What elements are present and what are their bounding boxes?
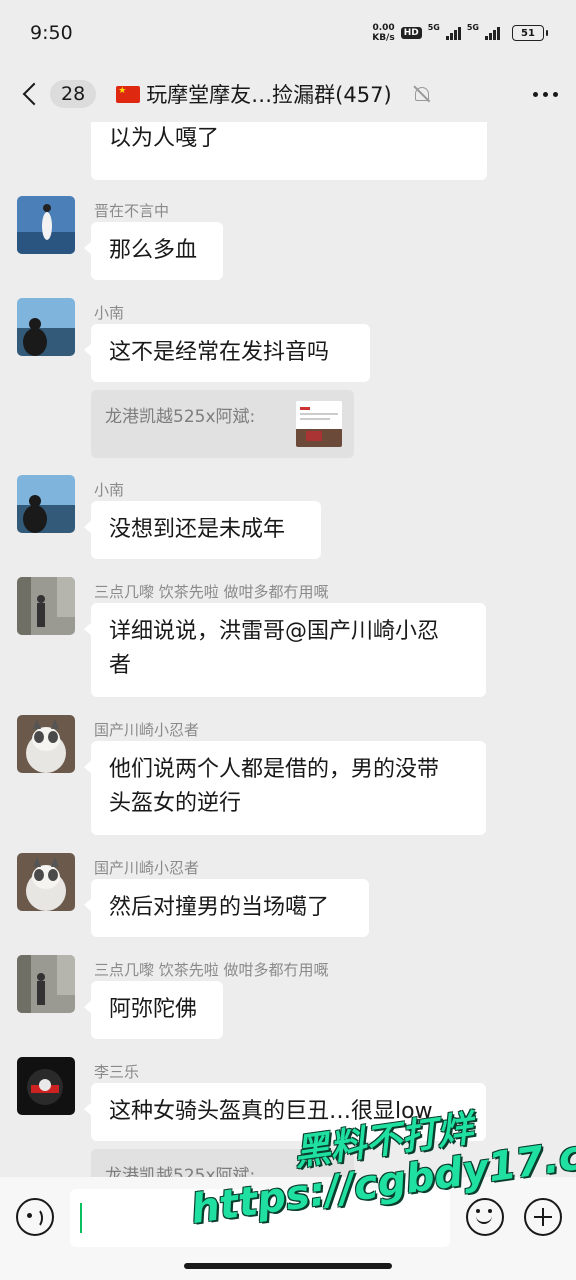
signal-1-icon	[445, 26, 461, 40]
back-chevron-icon	[22, 82, 46, 106]
message-text: 那么多血	[109, 238, 198, 263]
sender-name: 晋在不言中	[94, 202, 170, 220]
avatar[interactable]	[17, 853, 75, 911]
voice-input-icon[interactable]	[16, 1198, 54, 1236]
status-bar: 9:50 0.00 KB/s HD 5G 5G 51	[0, 0, 576, 66]
message-bubble[interactable]: 然后对撞男的当场噶了	[84, 879, 369, 937]
message-bubble[interactable]: 那么多血	[84, 222, 223, 280]
message-text-line-1: 他们说两个人都是借的，男的没带	[109, 757, 440, 782]
avatar[interactable]	[17, 196, 75, 254]
status-icons: 0.00 KB/s HD 5G 5G 51	[372, 23, 548, 43]
battery-level: 51	[521, 27, 535, 39]
hd-icon: HD	[400, 27, 422, 39]
avatar[interactable]	[17, 715, 75, 773]
message-text-line-2: 头盔女的逆行	[109, 791, 242, 816]
home-indicator[interactable]	[184, 1263, 392, 1269]
china-flag-icon	[116, 85, 141, 103]
plus-icon[interactable]	[524, 1198, 562, 1236]
avatar[interactable]	[17, 475, 75, 533]
quoted-image-thumbnail	[296, 401, 342, 447]
avatar[interactable]	[17, 298, 75, 356]
message-text: 然后对撞男的当场噶了	[109, 895, 330, 920]
sender-name: 三点几嚟 饮茶先啦 做咁多都冇用嘅	[94, 961, 329, 979]
avatar[interactable]	[17, 577, 75, 635]
quoted-text: 龙港凯越525x阿斌:	[105, 407, 256, 427]
net-speed: 0.00 KB/s	[372, 23, 394, 43]
input-bar	[0, 1177, 576, 1280]
message-text: 没想到还是未成年	[109, 517, 286, 542]
message-bubble[interactable]: 这种女骑头盔真的巨丑…很显low	[84, 1083, 486, 1141]
sender-name: 国产川崎小忍者	[94, 721, 200, 739]
chat-header: 28 玩摩堂摩友…捡漏群(457)	[0, 66, 576, 122]
message-bubble[interactable]: 阿弥陀佛	[84, 981, 223, 1039]
avatar[interactable]	[17, 955, 75, 1013]
message-text: 阿弥陀佛	[109, 997, 198, 1022]
quoted-message[interactable]: 龙港凯越525x阿斌:	[91, 1149, 354, 1177]
message-text: 这种女骑头盔真的巨丑…很显low	[109, 1099, 433, 1124]
sender-name: 小南	[94, 481, 125, 499]
message-text-line-2: 者	[109, 653, 132, 678]
sender-name: 三点几嚟 饮茶先啦 做咁多都冇用嘅	[94, 583, 329, 601]
avatar[interactable]	[17, 1057, 75, 1115]
signal-2-label: 5G	[466, 23, 479, 32]
message-list[interactable]: 以为人嘎了 晋在不言中 那么多血 小南 这不是经常在发抖音吗 龙港凯越525x阿…	[0, 122, 576, 1177]
sender-name: 国产川崎小忍者	[94, 859, 200, 877]
message-input[interactable]	[70, 1189, 450, 1247]
message-bubble[interactable]: 详细说说，洪雷哥@国产川崎小忍 者	[84, 603, 486, 697]
message-text: 以为人嘎了	[109, 126, 220, 151]
message-bubble[interactable]: 没想到还是未成年	[84, 501, 321, 559]
more-options-button[interactable]	[533, 91, 558, 97]
mute-bell-icon	[412, 85, 430, 103]
unread-count-badge: 28	[50, 80, 97, 108]
quoted-text: 龙港凯越525x阿斌:	[105, 1166, 256, 1177]
chat-title-text: 玩摩堂摩友…捡漏群(457)	[146, 83, 392, 107]
signal-2-icon	[485, 26, 500, 40]
sender-name: 李三乐	[94, 1063, 140, 1081]
message-bubble[interactable]: 他们说两个人都是借的，男的没带 头盔女的逆行	[84, 741, 486, 835]
message-bubble[interactable]: 以为人嘎了	[91, 122, 487, 180]
back-button[interactable]: 28	[20, 80, 97, 108]
signal-1-label: 5G	[427, 23, 440, 32]
net-speed-value: 0.00	[372, 23, 395, 33]
message-bubble[interactable]: 这不是经常在发抖音吗	[84, 324, 370, 382]
net-speed-unit: KB/s	[372, 33, 395, 43]
message-text-line-1: 详细说说，洪雷哥@国产川崎小忍	[109, 619, 440, 644]
chat-title: 玩摩堂摩友…捡漏群(457)	[116, 79, 429, 109]
emoji-icon[interactable]	[466, 1198, 504, 1236]
status-time: 9:50	[30, 22, 73, 44]
quoted-message[interactable]: 龙港凯越525x阿斌:	[91, 390, 354, 458]
battery-icon: 51	[512, 25, 548, 41]
sender-name: 小南	[94, 304, 125, 322]
message-text: 这不是经常在发抖音吗	[109, 340, 330, 365]
text-caret	[80, 1203, 82, 1233]
